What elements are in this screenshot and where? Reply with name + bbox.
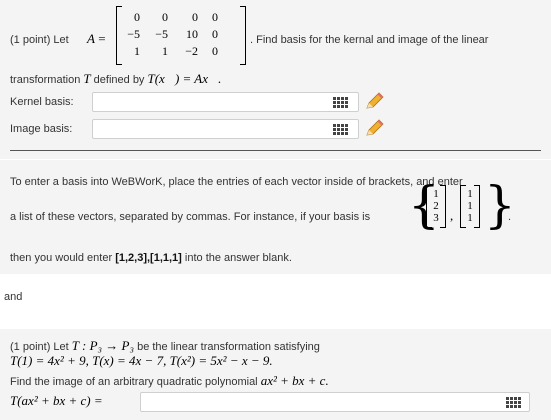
kernel-basis-input[interactable] [92,92,359,112]
matrix-entry: 0 [212,44,218,58]
matrix-entry: −2 [185,44,198,58]
matrix-entry: 0 [192,10,198,24]
separator-and: and [4,291,23,303]
problem-2-line2: T(1) = 4x² + 9, T(x) = 4x − 7, T(x²) = 5… [10,353,273,368]
image-polynomial-input[interactable] [140,392,530,412]
problem-2-answer-label: T(ax² + bx + c) = [10,393,103,408]
vector-comma: , [450,208,454,223]
hint-box: To enter a basis into WeBWorK, place the… [0,160,551,274]
matrix-entry-icon[interactable] [330,94,350,110]
matrix-a: 0 0 0 0 −5 −5 10 0 1 1 −2 0 [118,10,218,61]
matrix-entry: 1 [134,44,140,58]
problem-1-prefix: (1 point) Let [10,34,69,46]
kernel-basis-label: Kernel basis: [10,96,74,108]
vector-2-right-bracket [474,185,480,228]
hint-line-1: To enter a basis into WeBWorK, place the… [10,176,463,188]
problem-1-line2: transformation T defined by T(x⃗) = Ax⃗. [10,71,222,86]
matrix-entry-icon[interactable] [330,121,350,137]
example-answer: [1,2,3],[1,1,1] [115,252,182,264]
matrix-right-bracket [240,6,246,65]
image-basis-input[interactable] [92,119,359,139]
problem-1: (1 point) Let A = 0 0 0 0 −5 −5 10 0 1 1 −2 0 . Fin… [0,0,551,159]
problem-2-line1: (1 point) Let T : P₃ → P₃ be the linear … [10,338,320,353]
matrix-entry: −5 [155,27,168,41]
hint-line-3: then you would enter [1,2,3],[1,1,1] int… [10,252,292,264]
vector-1-right-bracket [440,185,446,228]
image-basis-label: Image basis: [10,123,73,135]
hint-line-2: a list of these vectors, separated by co… [10,211,371,223]
section-divider [10,150,541,151]
problem-1-instruction: . Find basis for the kernal and image of… [250,34,489,46]
matrix-entry: 0 [212,27,218,41]
matrix-entry: 0 [134,10,140,24]
hint-period: . [508,211,512,223]
problem-2-line3: Find the image of an arbitrary quadratic… [10,373,329,388]
matrix-name: A = [87,31,106,46]
pencil-edit-icon[interactable] [363,118,385,138]
matrix-entry: 0 [162,10,168,24]
matrix-entry: 1 [162,44,168,58]
matrix-entry-icon[interactable] [503,394,523,410]
matrix-entry: −5 [127,27,140,41]
matrix-entry: 0 [212,10,218,24]
matrix-entry: 10 [186,27,198,41]
problem-2: (1 point) Let T : P₃ → P₃ be the linear … [0,329,551,420]
pencil-edit-icon[interactable] [363,91,385,111]
